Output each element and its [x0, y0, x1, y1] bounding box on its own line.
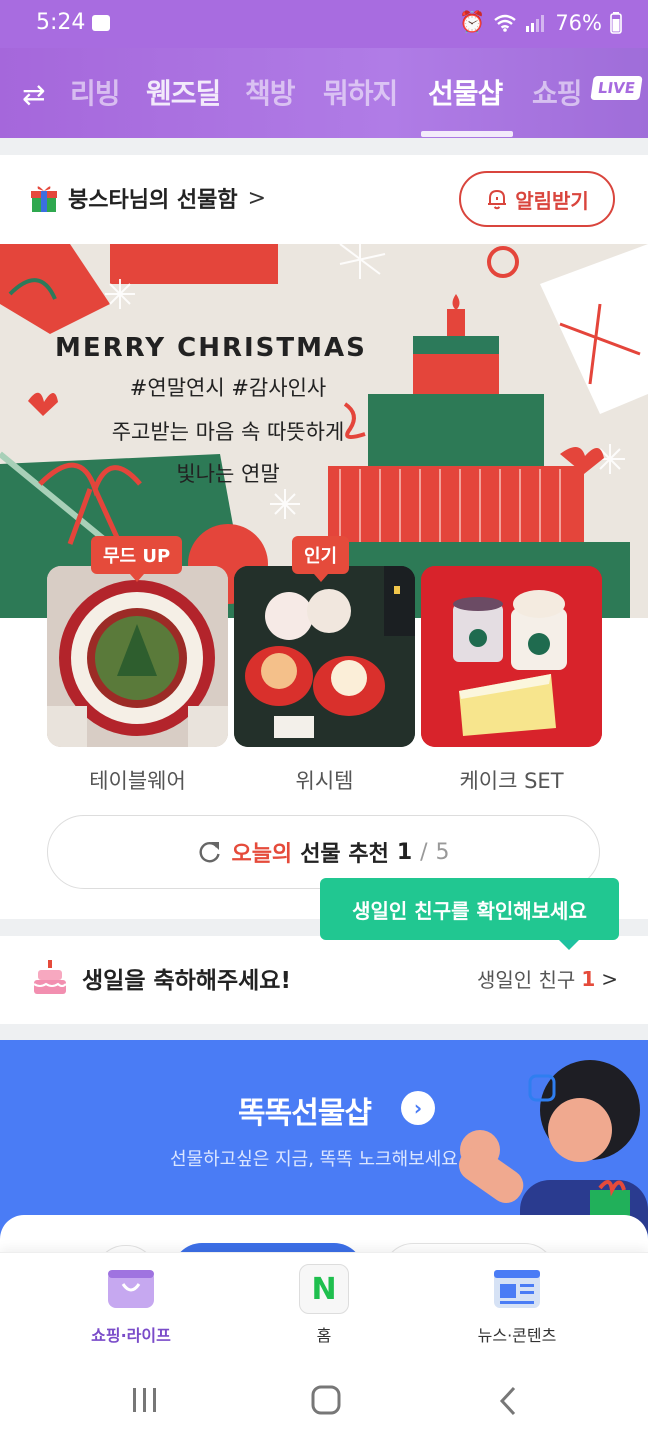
tab-what-to-do[interactable]: 뭐하지: [323, 72, 398, 112]
alarm-icon: ⏰: [459, 10, 486, 34]
recommend-highlight: 오늘의: [231, 842, 293, 867]
gift-icon: [31, 186, 57, 212]
giftbox-link[interactable]: 붕스타님의 선물함 >: [30, 182, 266, 214]
tile-tableware[interactable]: [47, 566, 228, 747]
banner-line-1: #연말연시 #감사인사: [129, 376, 327, 400]
banner-line-2: 주고받는 마음 속 따뜻하게: [111, 420, 345, 444]
active-tab-indicator: [421, 131, 513, 137]
birthday-tooltip[interactable]: 생일인 친구를 확인해보세요: [320, 878, 619, 950]
notify-button[interactable]: 알림받기: [459, 171, 615, 227]
bottom-nav-label-news: 뉴스·콘텐츠: [477, 1326, 557, 1345]
giftbox-title: 붕스타님의 선물함: [68, 188, 238, 213]
banner-title: MERRY CHRISTMAS: [55, 333, 367, 363]
recommend-total: 5: [435, 839, 450, 865]
tile-wishitem[interactable]: [234, 566, 415, 747]
recommend-sep: /: [420, 839, 428, 865]
wifi-icon: [494, 14, 517, 32]
tableware-image: [47, 566, 228, 747]
birthday-friends-label: 생일인 친구: [476, 968, 576, 992]
banner-line-3: 빛나는 연말: [176, 462, 280, 486]
notify-label: 알림받기: [515, 188, 589, 213]
recent-apps-icon[interactable]: [130, 1386, 160, 1414]
status-right: ⏰ 76%: [459, 10, 622, 35]
tab-wednesday-deal[interactable]: 웬즈딜: [146, 72, 221, 112]
tile-label-cake-set: 케이크 SET: [459, 769, 564, 793]
chevron-right-icon: >: [601, 966, 618, 991]
gallery-notification-icon: [92, 15, 110, 31]
tile-label-tableware: 테이블웨어: [89, 769, 186, 793]
tab-gift-shop[interactable]: 선물샵: [428, 72, 503, 112]
badge-mood-up: 무드 UP: [91, 536, 183, 582]
chevron-right-icon: >: [247, 185, 267, 211]
bottom-nav-home[interactable]: N 홈: [254, 1264, 394, 1346]
swap-icon[interactable]: ⇄: [22, 78, 45, 111]
tile-label-wishitem: 위시템: [295, 769, 354, 793]
signal-icon: [526, 14, 545, 32]
birthday-title: 생일을 축하해주세요!: [82, 968, 291, 994]
bottom-nav-label-shopping: 쇼핑·라이프: [91, 1326, 171, 1345]
status-time: 5:24: [36, 10, 86, 35]
top-nav: ⇄ 리빙 웬즈딜 책방 뭐하지 선물샵 쇼핑 LIVE: [0, 48, 648, 138]
home-button-icon[interactable]: [310, 1384, 342, 1416]
tab-living[interactable]: 리빙: [70, 72, 121, 112]
recommend-text: 선물 추천: [300, 842, 389, 867]
shopping-bag-icon: [108, 1270, 154, 1308]
promo-arrow-icon[interactable]: ›: [401, 1091, 435, 1125]
naver-home-icon: N: [299, 1264, 349, 1314]
promo-title: 똑똑선물샵: [238, 1096, 372, 1131]
birthday-friends-link[interactable]: 생일인 친구 1 >: [477, 964, 618, 993]
cake-set-image: [421, 566, 602, 747]
bottom-nav-shopping-life[interactable]: 쇼핑·라이프: [61, 1264, 201, 1346]
status-bar: 5:24 ⏰ 76%: [0, 0, 648, 48]
news-icon: [494, 1270, 540, 1308]
battery-icon: [610, 11, 622, 34]
bottom-nav-label-home: 홈: [316, 1326, 332, 1345]
live-badge: LIVE: [590, 76, 643, 100]
back-button-icon[interactable]: [496, 1386, 520, 1416]
cake-icon: [33, 960, 67, 994]
refresh-icon: [199, 842, 221, 863]
tile-cake-set[interactable]: [421, 566, 602, 747]
system-nav-bar: [0, 1360, 648, 1440]
recommend-current: 1: [396, 839, 413, 865]
birthday-count: 1: [581, 966, 596, 991]
badge-popular: 인기: [292, 536, 350, 582]
wishitem-image: [234, 566, 415, 747]
tab-bookroom[interactable]: 책방: [245, 72, 296, 112]
promo-subtitle: 선물하고싶은 지금, 똑똑 노크해보세요: [170, 1149, 458, 1170]
tab-shopping[interactable]: 쇼핑: [532, 72, 583, 112]
battery-percent: 76%: [555, 10, 602, 35]
bottom-nav-news-content[interactable]: 뉴스·콘텐츠: [447, 1264, 587, 1346]
bell-icon: [488, 189, 507, 210]
